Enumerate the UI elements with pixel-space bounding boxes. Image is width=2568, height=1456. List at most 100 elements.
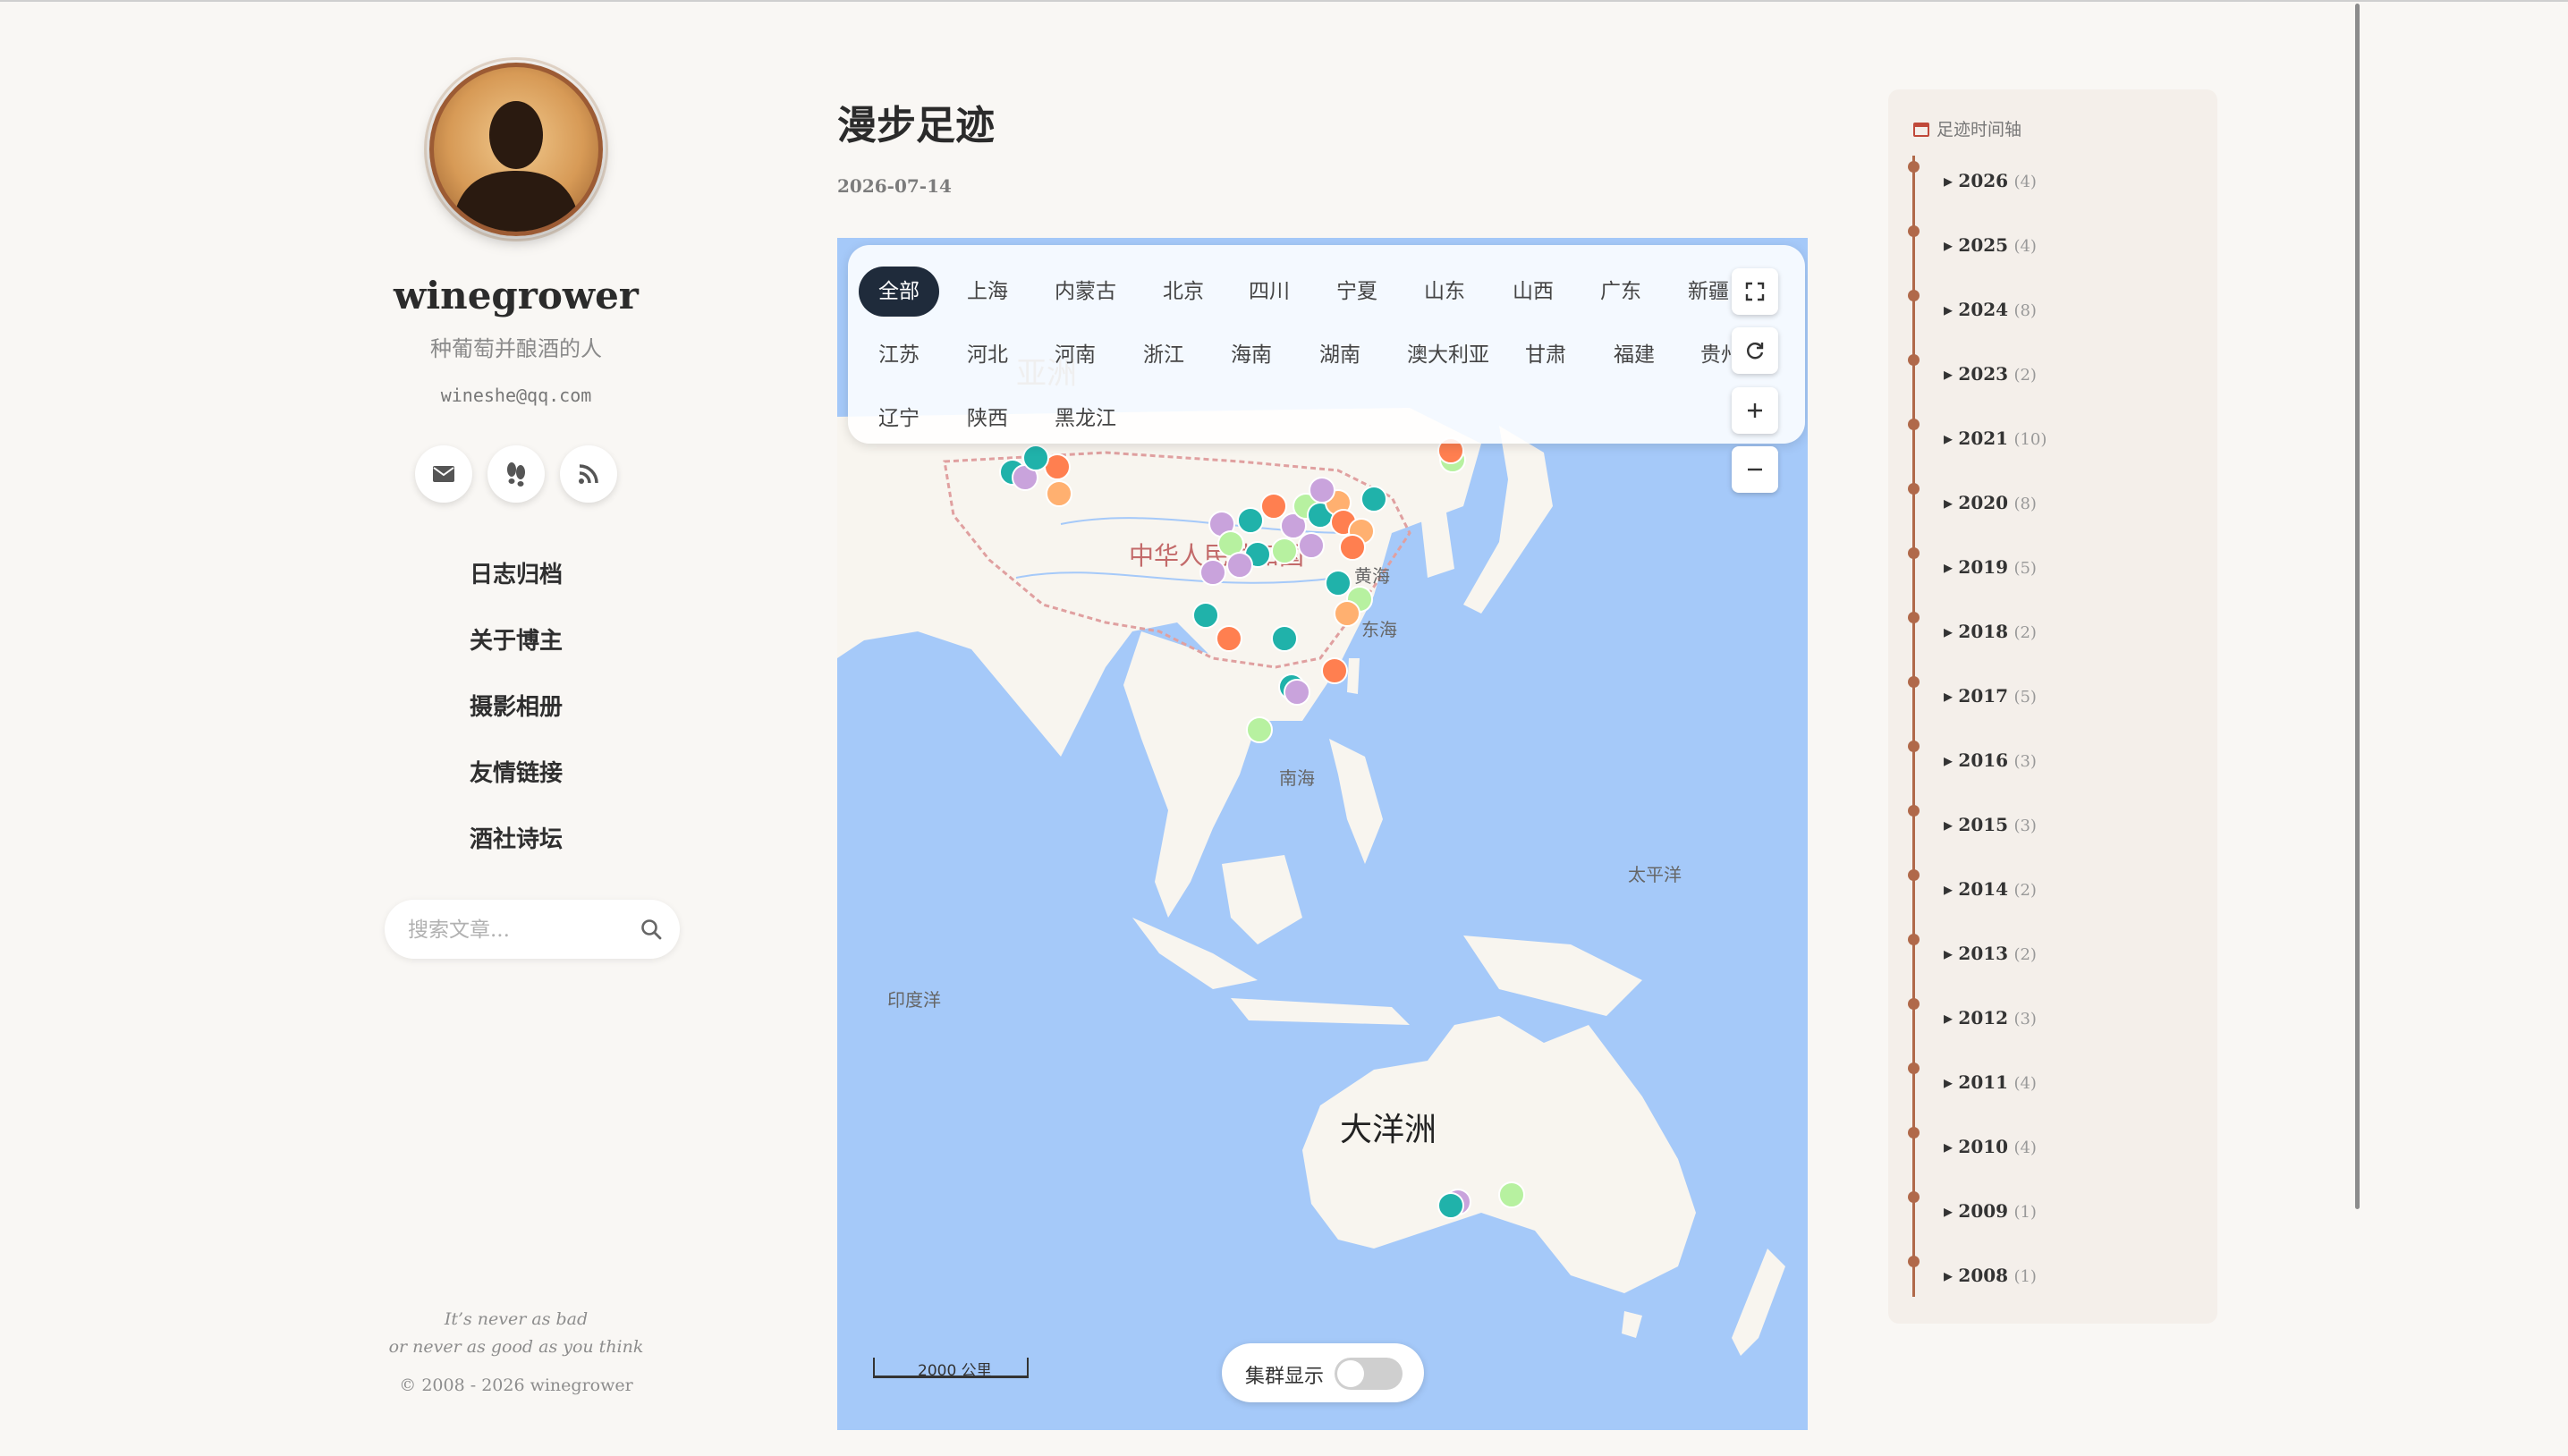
map-marker[interactable] [1498,1181,1525,1208]
timeline-dot [1908,741,1920,752]
map-marker[interactable] [1199,559,1226,586]
timeline-dot [1908,161,1920,173]
filter-chip[interactable]: 山西 [1493,267,1573,317]
filter-chip[interactable]: 浙江 [1123,330,1204,380]
timeline-year-item[interactable]: ▸ 2023 (2) [1944,363,2037,385]
page-title: 漫步足迹 [837,103,995,148]
quote-line-2: or never as good as you think [388,1337,644,1357]
timeline-year-item[interactable]: ▸ 2017 (5) [1944,685,2037,707]
avatar[interactable] [429,63,603,236]
fullscreen-button[interactable] [1732,268,1778,315]
filter-chip[interactable]: 河南 [1035,330,1115,380]
map-marker[interactable] [1334,600,1360,627]
filter-chip[interactable]: 北京 [1143,267,1224,317]
nav-poetry[interactable]: 酒社诗坛 [361,821,671,854]
map-marker[interactable] [1237,507,1264,534]
timeline-year-item[interactable]: ▸ 2012 (3) [1944,1007,2037,1029]
map-marker[interactable] [1360,486,1387,512]
cluster-toggle-label: 集群显示 [1245,1366,1325,1388]
plus-icon [1748,403,1762,418]
timeline-year-item[interactable]: ▸ 2020 (8) [1944,492,2037,513]
filter-chip[interactable]: 海南 [1211,330,1292,380]
timeline-year-item[interactable]: ▸ 2011 (4) [1944,1071,2037,1093]
filter-chip[interactable]: 福建 [1594,330,1674,380]
rss-button[interactable] [560,445,617,503]
timeline-year: 2010 [1958,1136,2009,1157]
map-marker[interactable] [1284,679,1310,706]
timeline-dot [1908,290,1920,301]
filter-chip[interactable]: 陕西 [947,394,1028,444]
filter-chip[interactable]: 江苏 [859,330,939,380]
timeline-year-item[interactable]: ▸ 2015 (3) [1944,814,2037,835]
filter-chip[interactable]: 四川 [1229,267,1309,317]
map-marker[interactable] [1271,538,1298,564]
map-marker[interactable] [1226,552,1253,579]
map-marker[interactable] [1437,1192,1464,1219]
timeline-year: 2016 [1958,749,2009,771]
cluster-toggle[interactable]: 集群显示 [1222,1343,1424,1402]
rss-icon [579,464,598,484]
expand-arrow-icon: ▸ [1944,427,1959,449]
cluster-switch[interactable] [1335,1358,1403,1390]
timeline-year-item[interactable]: ▸ 2016 (3) [1944,749,2037,771]
nav-friend-links[interactable]: 友情链接 [361,755,671,788]
timeline-year-item[interactable]: ▸ 2025 (4) [1944,234,2037,256]
timeline-year-item[interactable]: ▸ 2008 (1) [1944,1265,2037,1286]
timeline-year-item[interactable]: ▸ 2019 (5) [1944,556,2037,578]
search-box [385,900,680,959]
filter-chip[interactable]: 上海 [947,267,1028,317]
map-marker[interactable] [1260,493,1287,520]
nav-photo-album[interactable]: 摄影相册 [361,689,671,722]
search-input[interactable] [406,912,624,948]
map-marker[interactable] [1339,534,1366,561]
filter-chip[interactable]: 黑龙江 [1035,394,1136,444]
map-marker[interactable] [1298,532,1325,559]
map-marker[interactable] [1325,570,1352,597]
filter-chip[interactable]: 澳大利亚 [1387,330,1509,380]
timeline-year-item[interactable]: ▸ 2013 (2) [1944,943,2037,964]
timeline-year-item[interactable]: ▸ 2024 (8) [1944,299,2037,320]
map-marker[interactable] [1246,716,1273,743]
mail-button[interactable] [415,445,472,503]
map-marker[interactable] [1321,657,1348,684]
filter-chip[interactable]: 河北 [947,330,1028,380]
filter-chip[interactable]: 内蒙古 [1035,267,1136,317]
map-marker[interactable] [1271,625,1298,652]
search-button[interactable] [635,913,667,945]
filter-chip[interactable]: 山东 [1404,267,1485,317]
reset-view-button[interactable] [1732,327,1778,374]
zoom-out-button[interactable] [1732,446,1778,493]
filter-chip[interactable]: 甘肃 [1505,330,1586,380]
footprints-button[interactable] [487,445,545,503]
map-marker[interactable] [1192,602,1219,629]
nav-archive[interactable]: 日志归档 [361,556,671,589]
filter-chip[interactable]: 广东 [1581,267,1661,317]
footprint-map[interactable]: 亚洲 中华人民共和国 黄海 东海 南海 太平洋 印度洋 大洋洲 [837,238,1808,1430]
timeline-year-item[interactable]: ▸ 2026 (4) [1944,170,2037,191]
timeline-year: 2021 [1958,427,2009,449]
filter-chip[interactable]: 湖南 [1300,330,1380,380]
filter-chip-all[interactable]: 全部 [859,267,939,317]
timeline-count: (1) [2013,1267,2037,1286]
timeline-year-item[interactable]: ▸ 2010 (4) [1944,1136,2037,1157]
timeline-year-item[interactable]: ▸ 2014 (2) [1944,878,2037,900]
filter-chip[interactable]: 贵州 [1681,330,1738,380]
timeline-year-item[interactable]: ▸ 2009 (1) [1944,1200,2037,1222]
timeline-year-item[interactable]: ▸ 2018 (2) [1944,621,2037,642]
timeline-dot [1908,612,1920,623]
map-marker[interactable] [1309,477,1335,504]
map-marker[interactable] [1216,625,1242,652]
zoom-in-button[interactable] [1732,387,1778,434]
mail-icon [433,466,454,482]
site-title[interactable]: winegrower [361,274,671,317]
map-marker[interactable] [1022,444,1049,471]
filter-chip[interactable]: 辽宁 [859,394,939,444]
map-marker[interactable] [1046,480,1072,507]
filter-chip[interactable]: 宁夏 [1317,267,1397,317]
timeline-count: (2) [2013,945,2037,964]
timeline-dot [1908,1062,1920,1074]
page-scrollbar[interactable] [2355,4,2360,1209]
timeline-count: (4) [2013,1139,2037,1157]
timeline-year-item[interactable]: ▸ 2021 (10) [1944,427,2047,449]
nav-about[interactable]: 关于博主 [361,622,671,656]
